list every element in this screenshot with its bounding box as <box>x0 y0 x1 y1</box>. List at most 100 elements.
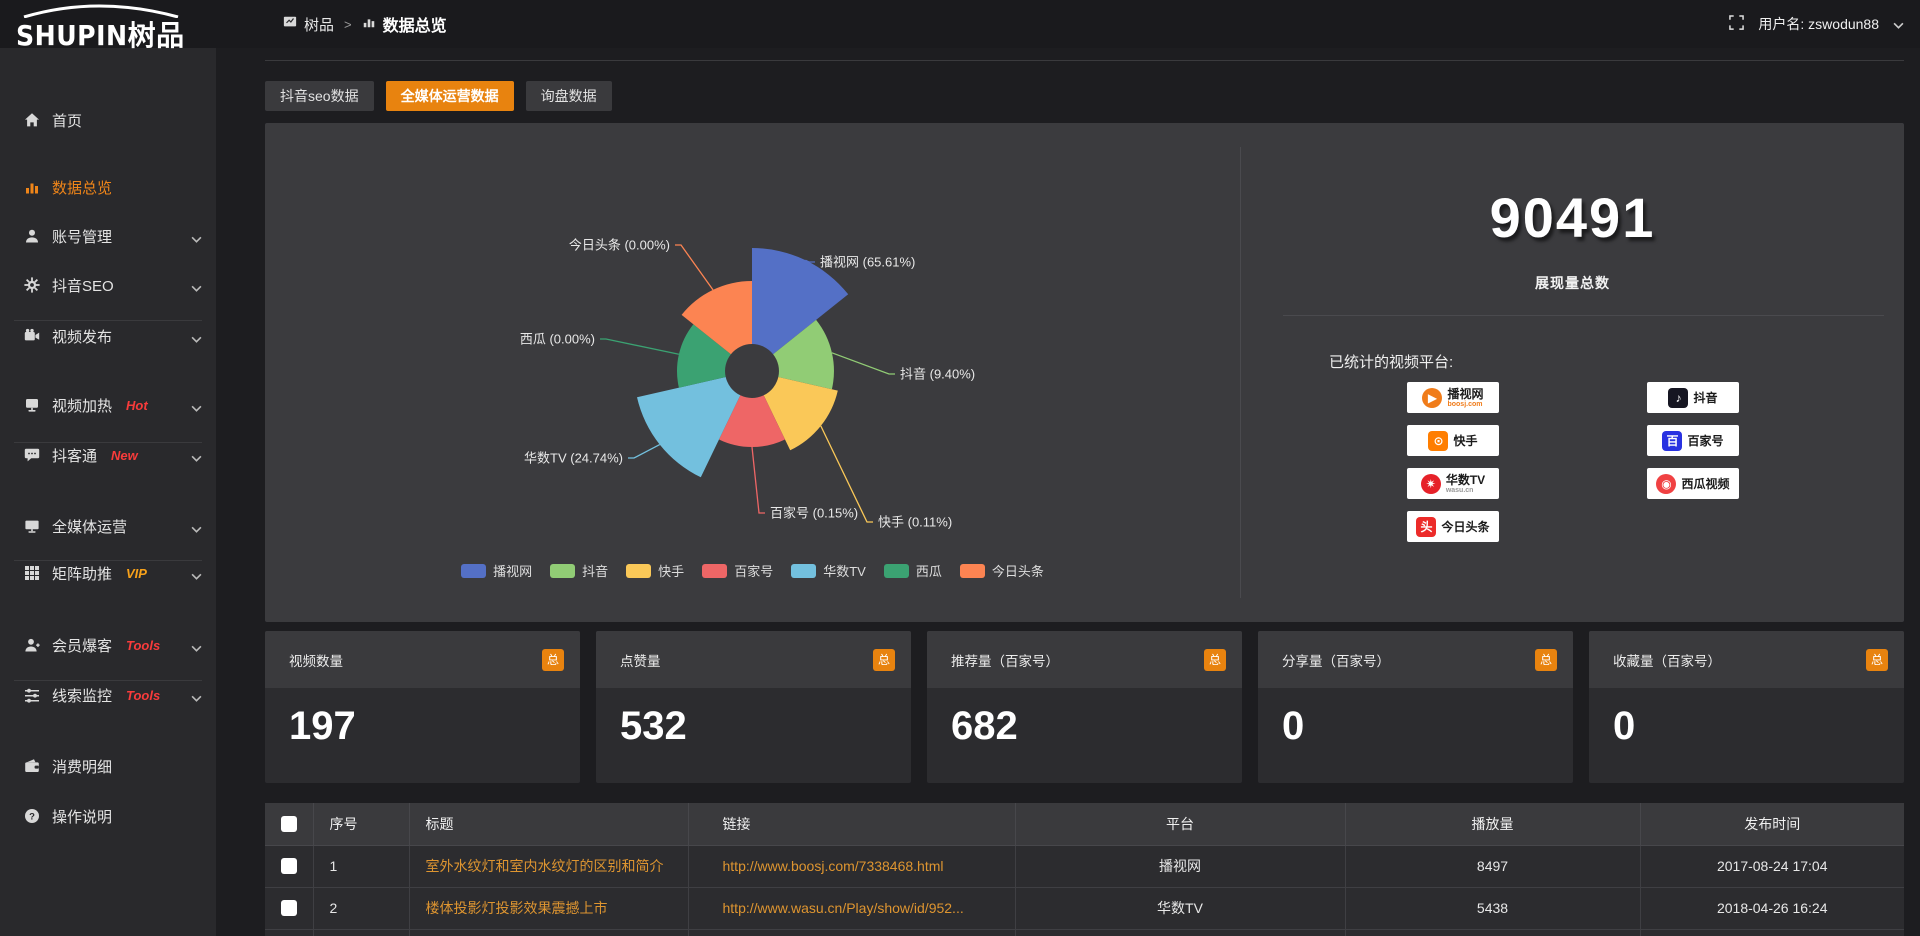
header-divider <box>265 60 1904 61</box>
chevron-down-icon <box>191 689 202 706</box>
total-badge[interactable]: 总 <box>1204 649 1226 671</box>
fullscreen-icon[interactable] <box>1729 15 1744 33</box>
user-chevron-down-icon[interactable] <box>1893 16 1904 32</box>
pie-label-line-华数TV <box>628 445 660 458</box>
legend-item-今日头条[interactable]: 今日头条 <box>960 561 1044 580</box>
legend-label: 今日头条 <box>992 561 1044 580</box>
sidebar-item-4[interactable]: 抖音SEO <box>0 265 216 305</box>
total-badge[interactable]: 总 <box>873 649 895 671</box>
sidebar-item-1[interactable]: 首页 <box>0 100 216 140</box>
tab-1[interactable]: 抖音seo数据 <box>265 81 374 111</box>
logo-text: SHUPIN树品 <box>16 14 185 54</box>
sidebar-item-badge: Tools <box>126 638 160 653</box>
legend-label: 抖音 <box>582 561 608 580</box>
row-title[interactable]: 楼体投影灯投影效果震撼上市 <box>409 887 688 929</box>
tab-3[interactable]: 询盘数据 <box>526 81 612 111</box>
stat-card-title: 点赞量 <box>620 650 661 670</box>
row-title[interactable]: 室外水纹灯和室内水纹灯的区别和简介 <box>409 845 688 887</box>
row-time <box>1640 929 1904 936</box>
platforms-section-label: 已统计的视频平台: <box>1329 351 1453 372</box>
stat-cards-row: 视频数量总197点赞量总532推荐量（百家号）总682分享量（百家号）总0收藏量… <box>265 631 1904 783</box>
legend-label: 华数TV <box>823 561 866 580</box>
sidebar-item-label: 视频加热 <box>52 395 112 416</box>
col-header-time: 发布时间 <box>1640 803 1904 845</box>
platform-badge-快手: ⊙快手 <box>1407 425 1499 456</box>
username-label[interactable]: 用户名: zswodun88 <box>1758 14 1879 34</box>
sidebar: 首页数据总览账号管理抖音SEO 视频发布视频加热 Hot 抖客通New 全媒体运营矩阵助… <box>0 48 216 936</box>
breadcrumb: 树品 > 数据总览 <box>283 0 447 48</box>
app-grid-icon <box>283 15 297 33</box>
row-checkbox[interactable] <box>281 858 297 874</box>
sidebar-item-11[interactable]: 线索监控Tools <box>0 675 216 715</box>
pie-label-line-抖音 <box>832 353 895 374</box>
col-header-title: 标题 <box>409 803 688 845</box>
sidebar-item-badge: New <box>111 448 138 463</box>
sidebar-item-badge: VIP <box>126 566 147 581</box>
impressions-total-label: 展现量总数 <box>1241 273 1904 293</box>
sidebar-item-13[interactable]: ? 操作说明 <box>0 796 216 836</box>
legend-item-华数TV[interactable]: 华数TV <box>791 561 866 580</box>
pie-label-今日头条: 今日头条 (0.00%) <box>569 238 670 253</box>
breadcrumb-current[interactable]: 数据总览 <box>383 12 447 36</box>
platform-badge-sub: boosj.com <box>1447 401 1483 408</box>
wallet-icon <box>24 758 40 774</box>
pie-label-华数TV: 华数TV (24.74%) <box>524 451 623 466</box>
row-index <box>313 929 409 936</box>
total-badge[interactable]: 总 <box>1535 649 1557 671</box>
table-header-row: 序号标题链接平台播放量发布时间 <box>265 803 1904 845</box>
stat-card-2: 点赞量总532 <box>596 631 911 783</box>
platform-badge-sub: wasu.cn <box>1446 487 1485 494</box>
sidebar-item-12[interactable]: 消费明细 <box>0 746 216 786</box>
pie-label-快手: 快手 (0.11%) <box>878 515 952 530</box>
legend-swatch <box>626 564 651 578</box>
total-badge[interactable]: 总 <box>1866 649 1888 671</box>
row-link[interactable] <box>688 929 1015 936</box>
sidebar-item-6[interactable]: 视频加热 Hot <box>0 385 216 425</box>
question-circle-icon: ? <box>24 808 40 824</box>
platform-badge-name: 播视网 <box>1447 388 1483 400</box>
stat-card-value: 0 <box>1613 704 1904 749</box>
top-header: SHUPIN树品 树品 > 数据总览 用户名: zswodun88 <box>0 0 1920 48</box>
tab-2[interactable]: 全媒体运营数据 <box>386 81 514 111</box>
pie-legend: 播视网 抖音快手 百家号 华数TV 西瓜 今日头条 <box>265 561 1240 580</box>
sidebar-divider <box>14 560 202 561</box>
row-index: 2 <box>313 887 409 929</box>
breadcrumb-root[interactable]: 树品 <box>304 14 334 35</box>
stat-card-title: 分享量（百家号） <box>1282 650 1390 670</box>
pie-label-西瓜: 西瓜 (0.00%) <box>520 332 595 347</box>
sidebar-item-badge: Tools <box>126 688 160 703</box>
bar-chart-icon <box>362 15 376 33</box>
sidebar-item-7[interactable]: 抖客通New <box>0 435 216 475</box>
sidebar-item-8[interactable]: 全媒体运营 <box>0 506 216 546</box>
legend-item-快手[interactable]: 快手 <box>626 561 684 580</box>
legend-label: 百家号 <box>734 561 773 580</box>
legend-item-百家号[interactable]: 百家号 <box>702 561 773 580</box>
row-link[interactable]: http://www.wasu.cn/Play/show/id/952... <box>688 887 1015 929</box>
legend-item-抖音[interactable]: 抖音 <box>550 561 608 580</box>
sidebar-item-10[interactable]: 会员爆客Tools <box>0 625 216 665</box>
legend-item-播视网[interactable]: 播视网 <box>461 561 532 580</box>
member-icon <box>24 637 40 653</box>
row-link[interactable]: http://www.boosj.com/7338468.html <box>688 845 1015 887</box>
platform-badge-播视网: ▶播视网boosj.com <box>1407 382 1499 413</box>
sidebar-item-badge: Hot <box>126 398 148 413</box>
pie-slice-华数TV[interactable] <box>637 377 740 477</box>
legend-item-西瓜[interactable]: 西瓜 <box>884 561 942 580</box>
row-title[interactable] <box>409 929 688 936</box>
sidebar-item-label: 操作说明 <box>52 806 112 827</box>
stat-card-title: 视频数量 <box>289 650 343 670</box>
sidebar-item-9[interactable]: 矩阵助推VIP <box>0 553 216 593</box>
sliders-icon <box>24 687 40 703</box>
sidebar-item-3[interactable]: 账号管理 <box>0 216 216 256</box>
videos-table: 序号标题链接平台播放量发布时间1室外水纹灯和室内水纹灯的区别和简介http://… <box>265 803 1904 936</box>
video-camera-icon <box>24 328 40 344</box>
sidebar-item-2[interactable]: 数据总览 <box>0 167 216 207</box>
douyin-logo: ♪ <box>1668 388 1688 408</box>
total-badge[interactable]: 总 <box>542 649 564 671</box>
pie-label-line-今日头条 <box>675 245 713 290</box>
row-checkbox[interactable] <box>281 900 297 916</box>
row-time: 2017-08-24 17:04 <box>1640 845 1904 887</box>
select-all-checkbox[interactable] <box>281 816 297 832</box>
platform-share-pie-chart[interactable]: 播视网 (65.61%)抖音 (9.40%)快手 (0.11%)百家号 (0.1… <box>265 123 1240 558</box>
sidebar-item-5[interactable]: 视频发布 <box>0 316 216 356</box>
